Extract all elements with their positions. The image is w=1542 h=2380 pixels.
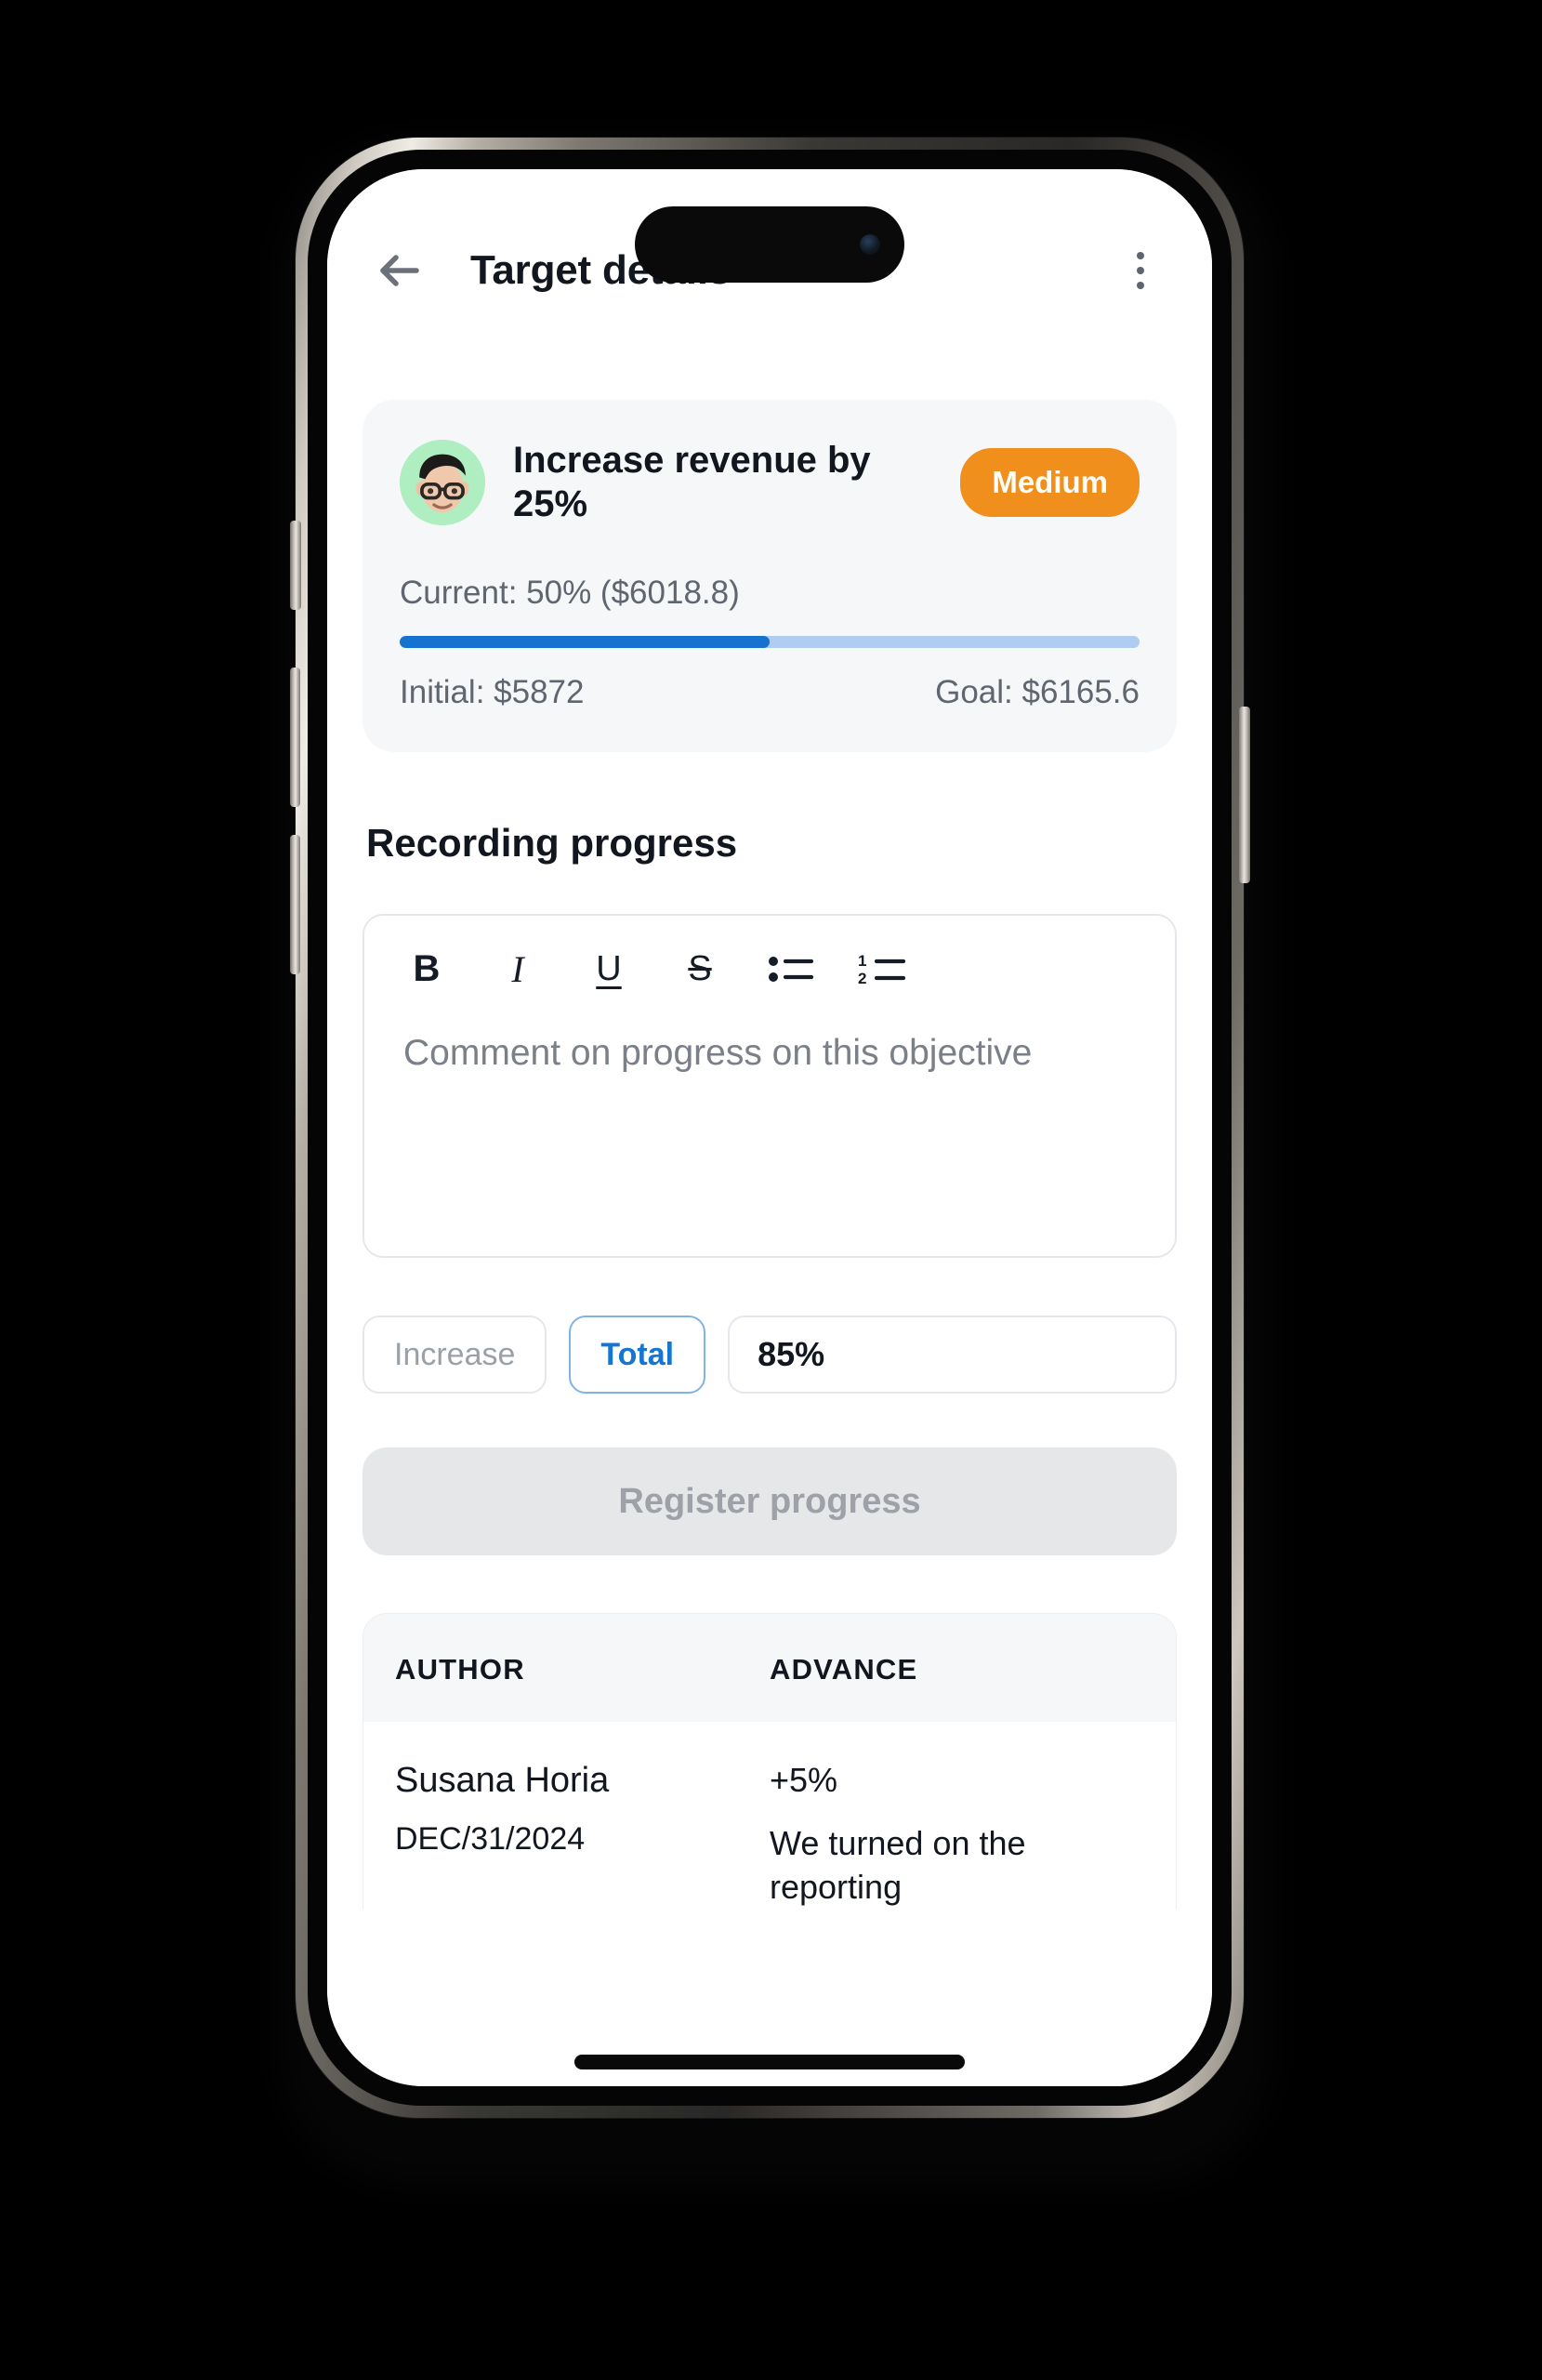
editor-placeholder: Comment on progress on this objective [403,1033,1033,1074]
progress-bar [400,636,1140,649]
dynamic-island [635,206,904,283]
front-camera-icon [860,234,880,255]
hardware-action-button[interactable] [290,521,301,610]
author-name: Susana Horia [395,1761,610,1801]
progress-history-table: AUTHOR ADVANCE Susana Horia DEC/31/2024 … [362,1613,1177,1910]
home-indicator[interactable] [574,2055,965,2069]
cell-author: Susana Horia DEC/31/2024 [395,1761,770,1910]
cell-advance: +5% We turned on the reporting [770,1761,1144,1910]
back-button[interactable] [370,240,431,301]
table-row[interactable]: Susana Horia DEC/31/2024 +5% We turned o… [363,1722,1176,1910]
numbered-list-icon: 1 2 [858,952,906,986]
goal-title: Increase revenue by 25% [513,440,871,525]
hardware-volume-up-button[interactable] [290,668,300,807]
bulleted-list-icon [769,957,814,983]
italic-button[interactable]: I [493,944,543,994]
target-summary-card: Increase revenue by 25% Medium Current: … [362,400,1177,753]
kebab-dot [1137,282,1144,289]
svg-text:1: 1 [858,952,866,970]
advance-percent: +5% [770,1761,838,1800]
overflow-menu-button[interactable] [1112,242,1169,299]
table-header-row: AUTHOR ADVANCE [363,1614,1176,1723]
goal-value-label: Goal: $6165.6 [935,674,1140,711]
numbered-list-button[interactable]: 1 2 [857,944,907,994]
strikethrough-icon: S [688,948,712,988]
hardware-power-button[interactable] [1239,707,1250,883]
author-date: DEC/31/2024 [395,1821,586,1858]
strikethrough-button[interactable]: S [675,944,725,994]
progress-bounds: Initial: $5872 Goal: $6165.6 [400,674,1140,711]
app-container: Target details Increase revenue by 25% M… [327,169,1212,2086]
initial-value-label: Initial: $5872 [400,674,585,711]
hardware-volume-down-button[interactable] [290,835,300,974]
progress-mode-row: Increase Total 85% [362,1316,1177,1395]
priority-badge: Medium [960,448,1140,518]
bold-button[interactable]: B [402,944,452,994]
progress-bar-fill [400,636,770,649]
kebab-dot [1137,267,1144,274]
register-progress-button[interactable]: Register progress [362,1448,1177,1556]
arrow-left-icon [380,255,419,286]
section-title-recording-progress: Recording progress [366,821,738,866]
mode-increase-button[interactable]: Increase [362,1316,547,1395]
column-header-advance: ADVANCE [770,1653,918,1686]
bold-icon: B [413,947,441,989]
mode-total-button[interactable]: Total [569,1316,706,1395]
memoji-avatar-icon [400,440,485,526]
target-card-header: Increase revenue by 25% Medium [400,439,1140,526]
editor-toolbar: B I U S 1 2 [364,916,1175,1014]
bulleted-list-button[interactable] [766,944,816,994]
column-header-author: AUTHOR [395,1653,525,1686]
avatar [400,440,485,526]
current-progress-label: Current: 50% ($6018.8) [400,575,740,612]
italic-icon: I [511,947,524,990]
advance-note: We turned on the reporting [770,1824,1026,1907]
underline-button[interactable]: U [584,944,634,994]
screenshot-stage: Target details Increase revenue by 25% M… [0,0,1542,2380]
svg-text:2: 2 [858,970,866,986]
progress-value-input[interactable]: 85% [728,1316,1177,1395]
underline-icon: U [596,948,622,988]
phone-screen: Target details Increase revenue by 25% M… [327,169,1212,2086]
kebab-dot [1137,252,1144,259]
editor-text-area[interactable]: Comment on progress on this objective [364,1014,1175,1256]
progress-comment-editor: B I U S 1 2 Comment on progress on this … [362,914,1177,1259]
